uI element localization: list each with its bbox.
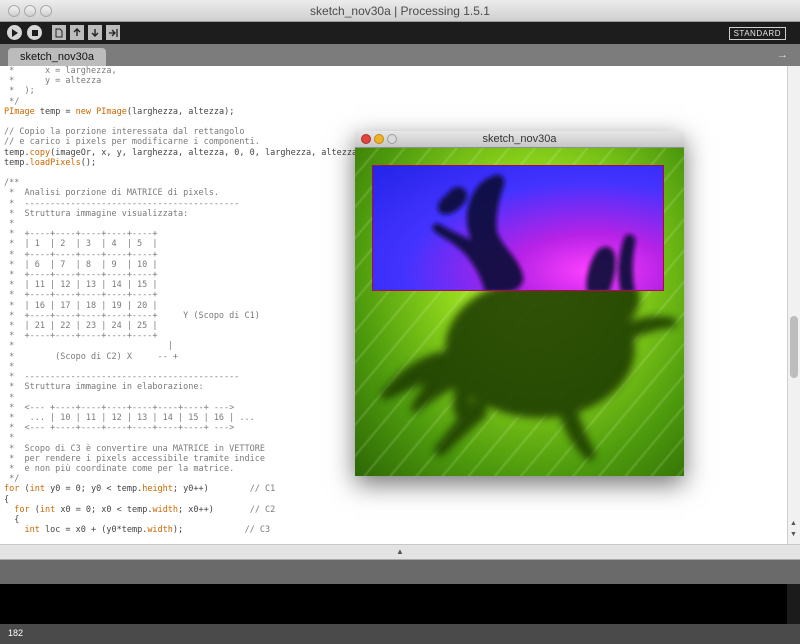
export-icon xyxy=(109,28,118,37)
tab-sketch[interactable]: sketch_nov30a xyxy=(8,48,106,66)
open-icon xyxy=(73,27,81,36)
toolbar: STANDARD xyxy=(0,22,800,44)
run-icon xyxy=(12,28,18,37)
code-line: * y = altezza xyxy=(4,76,102,87)
status-bar: 182 xyxy=(0,624,800,644)
sketch-title-bar[interactable]: sketch_nov30a xyxy=(355,131,684,148)
editor-console-divider[interactable]: ▲ xyxy=(0,544,800,560)
stop-button[interactable] xyxy=(27,25,42,40)
run-button[interactable] xyxy=(7,25,22,40)
scroll-down-icon[interactable]: ▼ xyxy=(790,531,797,538)
sketch-canvas[interactable] xyxy=(355,148,684,476)
tab-bar: sketch_nov30a → xyxy=(0,44,800,66)
code-line: for (int y0 = 0; y0 < temp.height; y0++)… xyxy=(4,484,276,495)
code-line: { xyxy=(4,514,20,525)
export-button[interactable] xyxy=(106,25,120,40)
tab-menu-arrow-icon[interactable]: → xyxy=(777,49,788,61)
line-number: 182 xyxy=(8,628,24,638)
save-icon xyxy=(91,28,99,37)
open-button[interactable] xyxy=(70,25,84,40)
save-button[interactable] xyxy=(88,25,102,40)
frog-pseudocolor-image xyxy=(432,174,636,290)
mode-button[interactable]: STANDARD xyxy=(728,27,786,40)
pseudocolor-region xyxy=(372,165,664,291)
message-area xyxy=(0,560,800,584)
console-area[interactable] xyxy=(0,584,800,624)
title-bar[interactable]: sketch_nov30a | Processing 1.5.1 xyxy=(0,0,800,22)
stop-icon xyxy=(31,29,38,36)
code-line: int loc = x0 + (y0*temp.width); // C3 xyxy=(24,525,271,536)
code-line: for (int x0 = 0; x0 < temp.width; x0++) … xyxy=(14,504,276,515)
code-line: * ); xyxy=(4,86,35,97)
window-title: sketch_nov30a | Processing 1.5.1 xyxy=(310,4,490,18)
editor-scrollbar-thumb[interactable] xyxy=(790,316,798,378)
sketch-window-title: sketch_nov30a xyxy=(482,133,557,145)
scroll-up-icon[interactable]: ▲ xyxy=(790,520,797,527)
console-scrollbar[interactable] xyxy=(787,584,800,624)
divider-handle-icon[interactable]: ▲ xyxy=(396,547,404,556)
new-button[interactable] xyxy=(52,25,66,40)
code-line: PImage temp = new PImage(larghezza, alte… xyxy=(4,106,235,117)
new-icon xyxy=(55,28,63,37)
sketch-window: sketch_nov30a xyxy=(355,131,684,476)
code-line: */ xyxy=(4,96,20,107)
code-line: { xyxy=(4,494,10,505)
code-line: * x = larghezza, xyxy=(4,66,117,76)
editor-scrollbar[interactable]: ▲ ▼ xyxy=(787,66,800,544)
